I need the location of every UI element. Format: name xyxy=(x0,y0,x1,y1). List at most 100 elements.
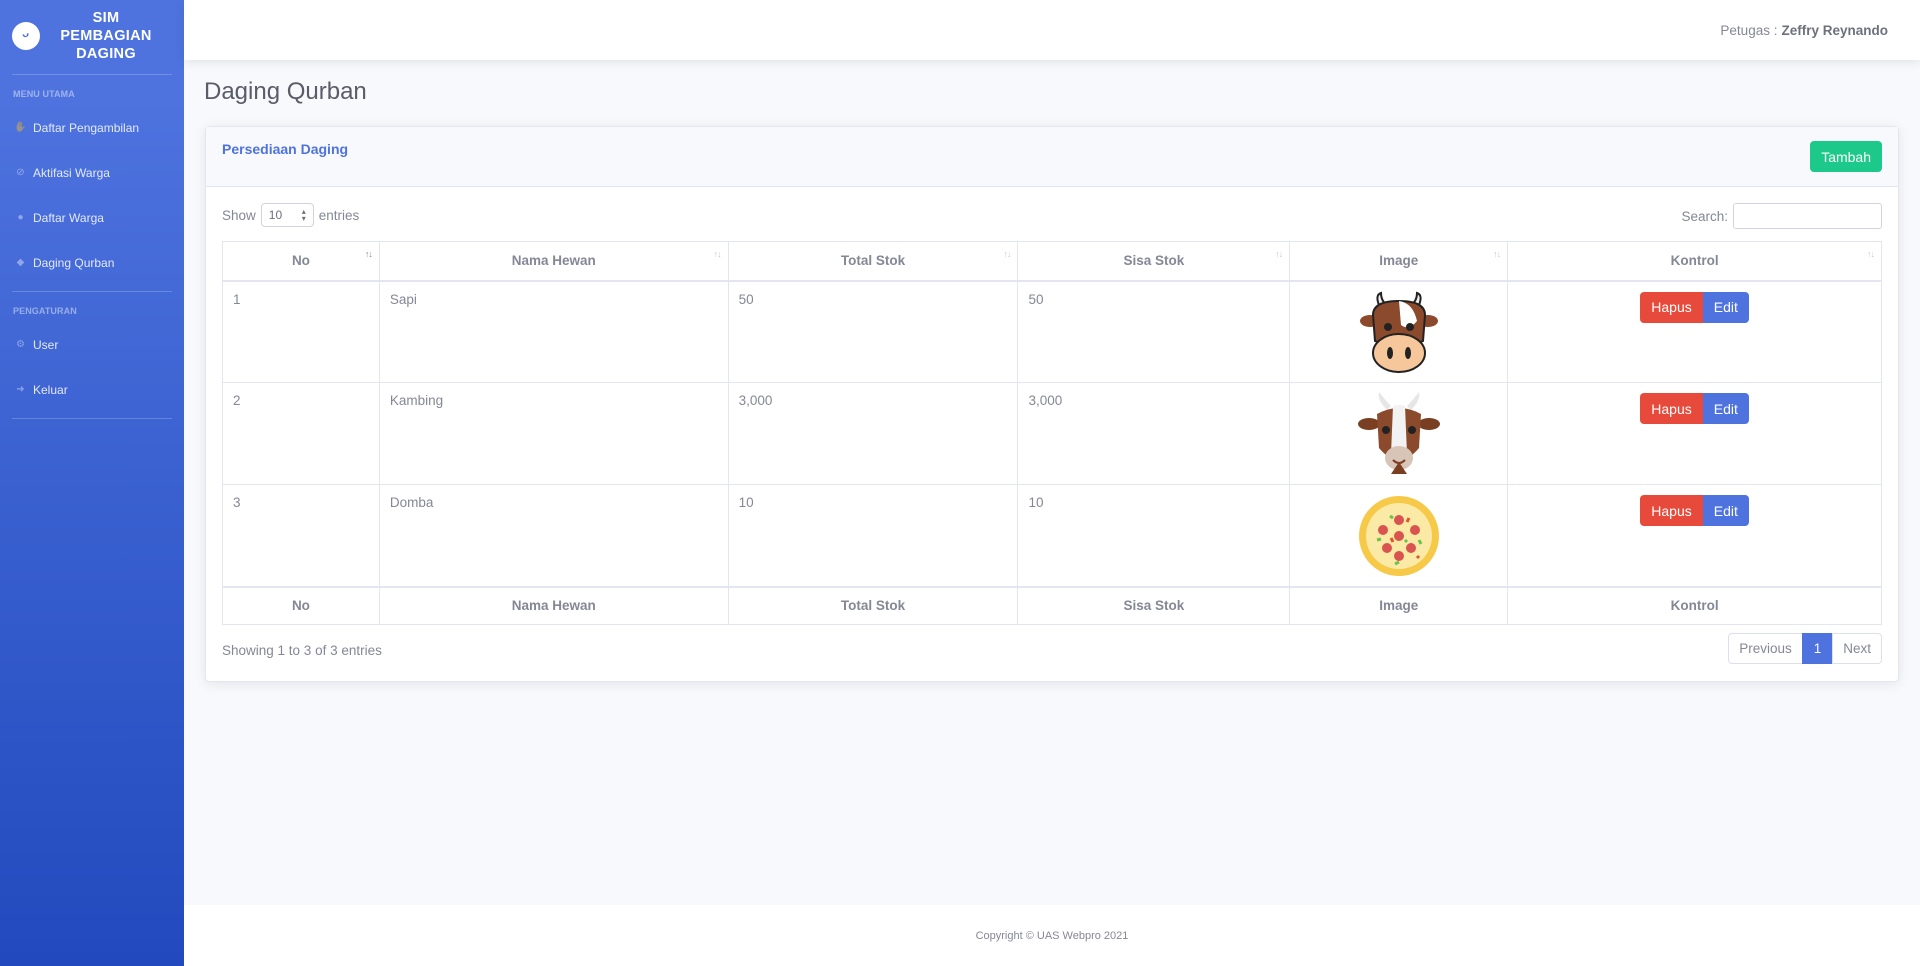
copyright-text: Copyright © UAS Webpro 2021 xyxy=(975,929,1129,942)
column-header-nama-hewan[interactable]: Nama Hewan ↑↓ xyxy=(378,241,729,282)
column-header-label: Nama Hewan xyxy=(511,253,596,269)
sidebar-item-label: Aktifasi Warga xyxy=(33,165,110,180)
cell-no: 3 xyxy=(222,484,380,587)
entries-length-control: Show 10 ▴ ▾ entries xyxy=(222,203,359,227)
edit-button[interactable]: Edit xyxy=(1702,495,1749,526)
column-header-kontrol[interactable]: Kontrol ↑↓ xyxy=(1507,241,1882,282)
cow-face-icon xyxy=(1359,291,1438,373)
stock-table: No ↑↓ Nama Hewan ↑↓ Total Stok ↑↓ Sisa Stok… xyxy=(222,241,1882,625)
edit-button[interactable]: Edit xyxy=(1702,291,1749,323)
column-header-label: Image xyxy=(1379,253,1419,269)
column-header-sisa-stok[interactable]: Sisa Stok ↑↓ xyxy=(1017,241,1291,282)
column-header-no[interactable]: No ↑↓ xyxy=(222,241,380,282)
sidebar-item-user[interactable]: ⚙ User xyxy=(0,322,184,367)
officer-name[interactable]: Zeffry Reynando xyxy=(1781,23,1888,38)
sidebar-heading-settings: PENGATURAN xyxy=(13,306,77,316)
select-arrows-icon: ▴ ▾ xyxy=(301,207,306,223)
cell-sisa-stok: 3,000 xyxy=(1017,382,1291,485)
sidebar-item-label: Keluar xyxy=(33,382,68,397)
brand-title: SIM PEMBAGIAN DAGING xyxy=(40,9,172,63)
column-header-total-stok[interactable]: Total Stok ↑↓ xyxy=(727,241,1019,282)
delete-button[interactable]: Hapus xyxy=(1640,393,1703,424)
sidebar-item-keluar[interactable]: ➜ Keluar xyxy=(0,367,184,412)
cell-kontrol: Hapus Edit xyxy=(1507,382,1882,485)
footer-header-no: No xyxy=(222,585,380,625)
sign-out-icon: ➜ xyxy=(16,384,25,395)
cell-nama-hewan: Domba xyxy=(378,484,729,587)
cell-image xyxy=(1289,382,1509,485)
sidebar-brand[interactable]: ᵕ SIM PEMBAGIAN DAGING xyxy=(0,0,184,72)
sort-asc-icon: ↑↓ xyxy=(364,249,373,259)
action-button-group: Hapus Edit xyxy=(1640,495,1749,526)
sort-icon: ↑↓ xyxy=(1493,249,1501,259)
footer-header-total-stok: Total Stok xyxy=(727,585,1019,625)
sidebar: ᵕ SIM PEMBAGIAN DAGING MENU UTAMA ✋ Daft… xyxy=(0,0,184,966)
cell-image xyxy=(1289,280,1509,383)
action-button-group: Hapus Edit xyxy=(1640,291,1749,323)
cell-total-stok: 10 xyxy=(727,484,1019,587)
column-header-label: Kontrol xyxy=(1670,253,1719,269)
cell-image xyxy=(1289,484,1509,587)
column-header-label: Total Stok xyxy=(840,253,906,269)
brand-line-1: SIM xyxy=(92,10,120,26)
column-header-label: No xyxy=(291,253,310,269)
next-page-button[interactable]: Next xyxy=(1832,633,1882,664)
table-footer-row: No Nama Hewan Total Stok Sisa Stok Image… xyxy=(222,585,1882,625)
sidebar-item-aktifasi-warga[interactable]: ⊘ Aktifasi Warga xyxy=(0,150,184,195)
sidebar-item-label: User xyxy=(33,337,59,352)
add-button[interactable]: Tambah xyxy=(1810,141,1882,172)
laugh-wink-icon: ᵕ xyxy=(8,18,44,54)
sidebar-item-label: Daftar Warga xyxy=(33,210,104,225)
footer-header-kontrol: Kontrol xyxy=(1507,585,1882,625)
column-header-label: Sisa Stok xyxy=(1123,253,1185,269)
sidebar-item-daging-qurban[interactable]: ◆ Daging Qurban xyxy=(0,240,184,285)
entries-label: entries xyxy=(318,207,360,223)
search-control: Search: xyxy=(1681,203,1882,229)
cell-nama-hewan: Sapi xyxy=(378,280,729,383)
brand-line-3: DAGING xyxy=(76,46,136,62)
brand-line-2: PEMBAGIAN xyxy=(60,28,152,44)
page-1-button[interactable]: 1 xyxy=(1801,633,1834,664)
sort-icon: ↑↓ xyxy=(1003,249,1011,259)
card-title: Persediaan Daging xyxy=(222,141,349,157)
table-header-row: No ↑↓ Nama Hewan ↑↓ Total Stok ↑↓ Sisa Stok… xyxy=(222,241,1882,282)
delete-button[interactable]: Hapus xyxy=(1640,291,1703,323)
sidebar-divider xyxy=(12,418,172,419)
sort-icon: ↑↓ xyxy=(713,249,722,259)
sidebar-divider xyxy=(12,74,172,75)
cell-sisa-stok: 50 xyxy=(1017,280,1291,383)
officer-label: Petugas : xyxy=(1720,22,1778,38)
column-header-image[interactable]: Image ↑↓ xyxy=(1289,241,1509,282)
sidebar-item-label: Daging Qurban xyxy=(33,255,115,270)
cell-no: 2 xyxy=(222,382,380,485)
footer-header-image: Image xyxy=(1289,585,1509,625)
edit-button[interactable]: Edit xyxy=(1702,393,1749,424)
users-cog-icon: ⚙ xyxy=(16,339,25,350)
cell-kontrol: Hapus Edit xyxy=(1507,484,1882,587)
footer-header-nama-hewan: Nama Hewan xyxy=(378,585,729,625)
sidebar-item-daftar-pengambilan[interactable]: ✋ Daftar Pengambilan xyxy=(0,105,184,150)
previous-page-button[interactable]: Previous xyxy=(1728,633,1803,664)
entries-value: 10 xyxy=(268,208,283,222)
sidebar-divider xyxy=(12,291,172,292)
table-row: 3 Domba 10 10 Hapus Edit xyxy=(222,484,1882,587)
cell-total-stok: 50 xyxy=(727,280,1019,383)
topbar: Petugas : Zeffry Reynando xyxy=(184,0,1920,60)
show-label: Show xyxy=(222,207,256,223)
delete-button[interactable]: Hapus xyxy=(1640,495,1703,526)
pagination: Previous 1 Next xyxy=(1728,633,1882,664)
cell-nama-hewan: Kambing xyxy=(378,382,729,485)
entries-select[interactable]: 10 ▴ ▾ xyxy=(260,203,314,227)
table-row: 2 Kambing 3,000 3,000 Hapus Edit xyxy=(222,382,1882,485)
sort-icon: ↑↓ xyxy=(1275,249,1283,259)
tag-icon: ⊘ xyxy=(16,167,25,178)
hands-icon: ✋ xyxy=(14,122,27,133)
sidebar-item-daftar-warga[interactable]: ● Daftar Warga xyxy=(0,195,184,240)
footer: Copyright © UAS Webpro 2021 xyxy=(184,905,1920,966)
sidebar-heading-main: MENU UTAMA xyxy=(13,89,75,99)
footer-header-sisa-stok: Sisa Stok xyxy=(1017,585,1291,625)
stock-card: Persediaan Daging Tambah Show 10 ▴ ▾ entr… xyxy=(205,126,1899,682)
search-input[interactable] xyxy=(1733,203,1882,229)
user-icon: ● xyxy=(17,212,24,223)
cell-no: 1 xyxy=(222,280,380,383)
